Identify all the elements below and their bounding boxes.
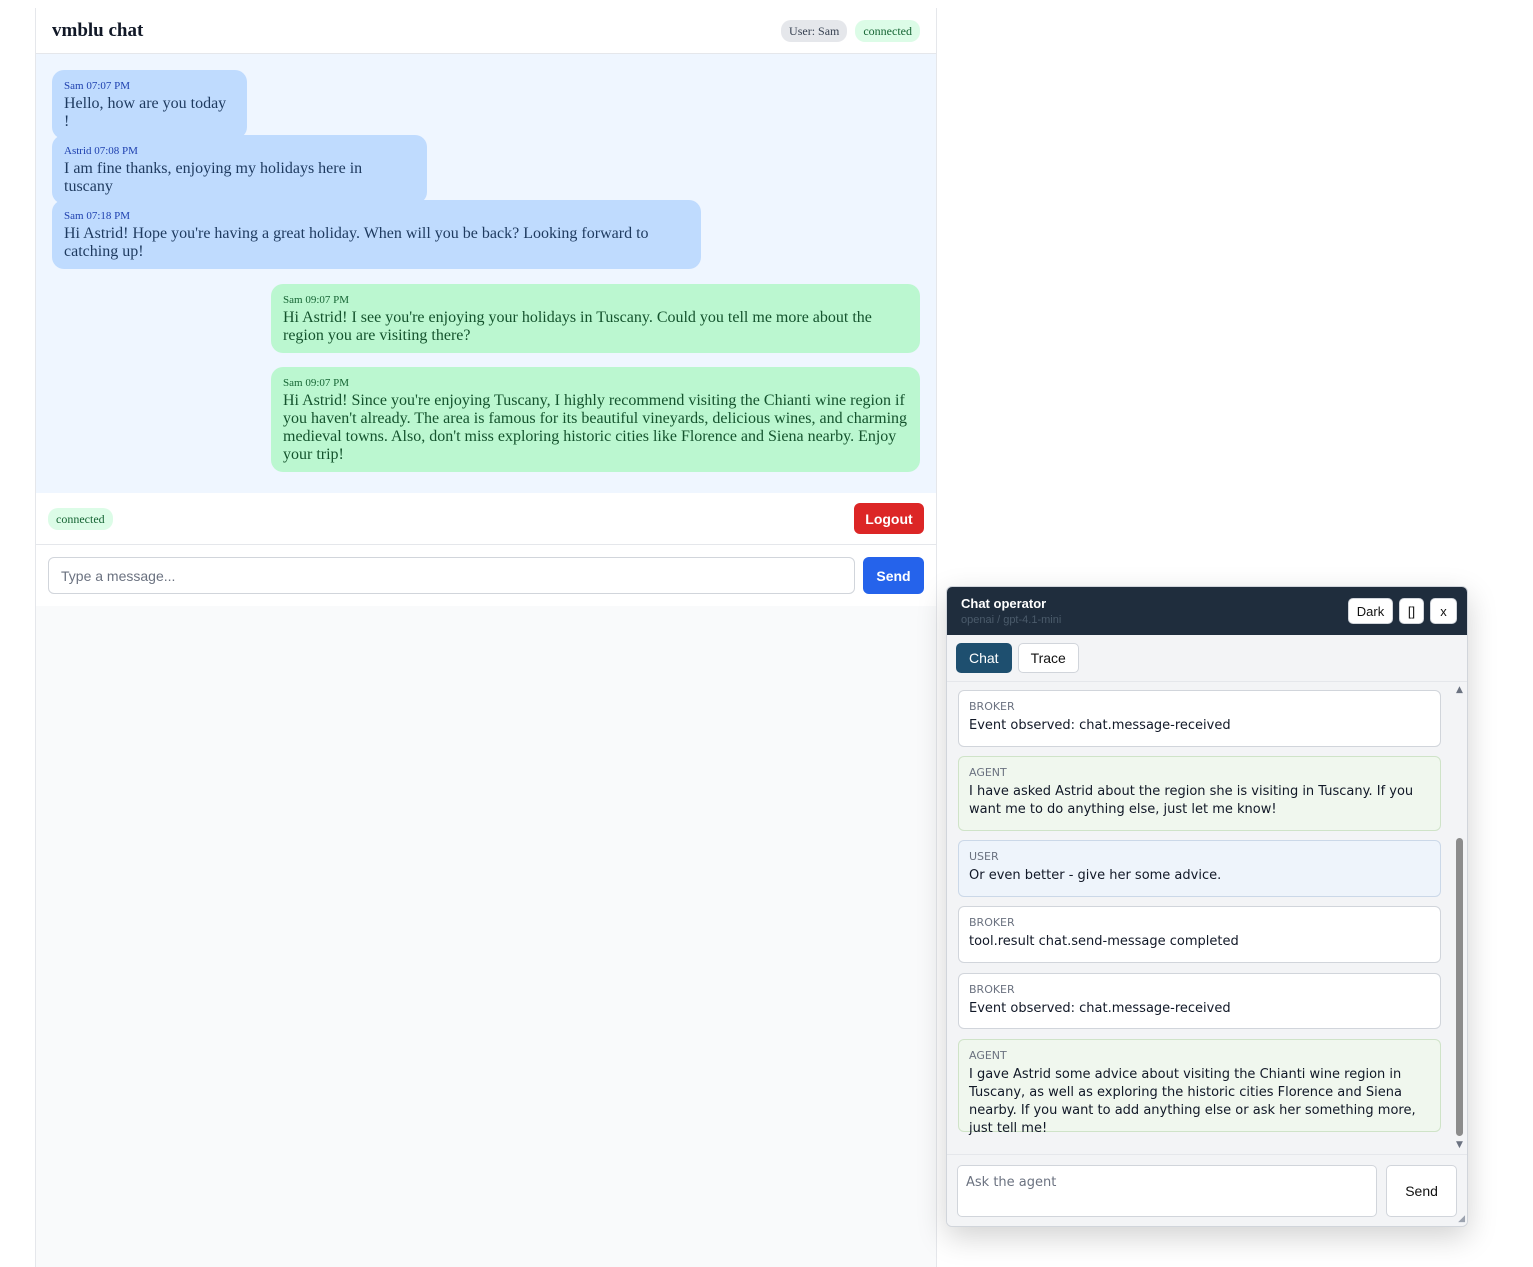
entry-role: BROKER [969,916,1015,929]
status-bar: connected Logout [36,493,936,545]
operator-log[interactable]: BROKER Event observed: chat.message-rece… [947,682,1467,1156]
entry-role: BROKER [969,700,1015,713]
entry-role: AGENT [969,1049,1007,1062]
entry-text: Event observed: chat.message-received [969,1001,1231,1016]
entry-text: Or even better - give her some advice. [969,868,1222,883]
message-list[interactable]: Sam 07:07 PM Hello, how are you today ! … [36,54,936,493]
resize-grip-icon[interactable]: ◢ [1458,1215,1465,1224]
message-input[interactable] [48,557,855,594]
log-scrollbar[interactable]: ▲ ▼ [1455,686,1464,1150]
close-button[interactable]: x [1430,598,1457,624]
log-entry: AGENT I gave Astrid some advice about vi… [958,1039,1441,1136]
panel-title: Chat operator [961,596,1047,611]
message-bubble: Sam 09:07 PM Hi Astrid! I see you're enj… [271,284,920,353]
scroll-thumb[interactable] [1456,838,1463,1136]
panel-heading: Chat operator openai / gpt-4.1-mini [961,596,1061,626]
entry-role: BROKER [969,983,1015,996]
message-bubble: Astrid 07:08 PM I am fine thanks, enjoyi… [52,135,427,204]
message-bubble: Sam 09:07 PM Hi Astrid! Since you're enj… [271,367,920,472]
panel-header: Chat operator openai / gpt-4.1-mini Dark… [947,587,1467,635]
entry-role: AGENT [969,766,1007,779]
scroll-up-arrow-icon[interactable]: ▲ [1455,686,1464,695]
message-meta: Astrid 07:08 PM [64,145,138,157]
message-text: Hi Astrid! Since you're enjoying Tuscany… [283,392,908,463]
panel-tabs: Chat Trace [947,635,1467,682]
entry-text: I gave Astrid some advice about visiting… [969,1067,1416,1136]
message-text: I am fine thanks, enjoying my holidays h… [64,160,363,195]
entry-text: Event observed: chat.message-received [969,718,1231,733]
message-text: Hello, how are you today ! [64,95,227,130]
chat-app: vmblu chat User: Sam connected Sam 07:07… [35,8,937,1267]
header-badges: User: Sam connected [781,19,920,42]
panel-controls: Dark [] x [1348,598,1457,624]
entry-text: tool.result chat.send-message completed [969,934,1239,949]
user-badge: User: Sam [781,19,848,42]
ask-bar: Send ◢ [947,1154,1467,1226]
compose-bar: Send [36,545,936,606]
tab-trace[interactable]: Trace [1017,643,1079,673]
ask-agent-input[interactable] [957,1164,1378,1217]
message-meta: Sam 09:07 PM [283,377,350,389]
send-button[interactable]: Send [863,557,924,594]
dark-mode-button[interactable]: Dark [1348,598,1393,624]
message-text: Hi Astrid! I see you're enjoying your ho… [283,309,872,344]
model-label: openai / gpt-4.1-mini [961,614,1062,626]
logout-button[interactable]: Logout [854,503,924,534]
log-entry: BROKER tool.result chat.send-message com… [958,906,1441,963]
tab-chat[interactable]: Chat [956,643,1012,673]
app-header: vmblu chat User: Sam connected [36,8,936,54]
chat-operator-panel: Chat operator openai / gpt-4.1-mini Dark… [946,586,1468,1227]
log-entry: AGENT I have asked Astrid about the regi… [958,756,1441,831]
entry-role: USER [969,850,999,863]
message-bubble: Sam 07:18 PM Hi Astrid! Hope you're havi… [52,200,701,269]
scroll-down-arrow-icon[interactable]: ▼ [1455,1141,1464,1150]
footer-connection-badge: connected [48,507,113,530]
message-meta: Sam 09:07 PM [283,294,350,306]
message-text: Hi Astrid! Hope you're having a great ho… [64,225,649,260]
ask-send-button[interactable]: Send [1386,1164,1457,1217]
app-title: vmblu chat [52,19,144,41]
log-entry: USER Or even better - give her some advi… [958,840,1441,897]
message-meta: Sam 07:07 PM [64,80,131,92]
message-meta: Sam 07:18 PM [64,210,131,222]
entry-text: I have asked Astrid about the region she… [969,784,1414,817]
log-entry: BROKER Event observed: chat.message-rece… [958,973,1441,1029]
maximize-button[interactable]: [] [1399,598,1424,624]
message-bubble: Sam 07:07 PM Hello, how are you today ! [52,70,247,139]
connection-status-badge: connected [855,19,920,42]
log-entry: BROKER Event observed: chat.message-rece… [958,690,1441,747]
